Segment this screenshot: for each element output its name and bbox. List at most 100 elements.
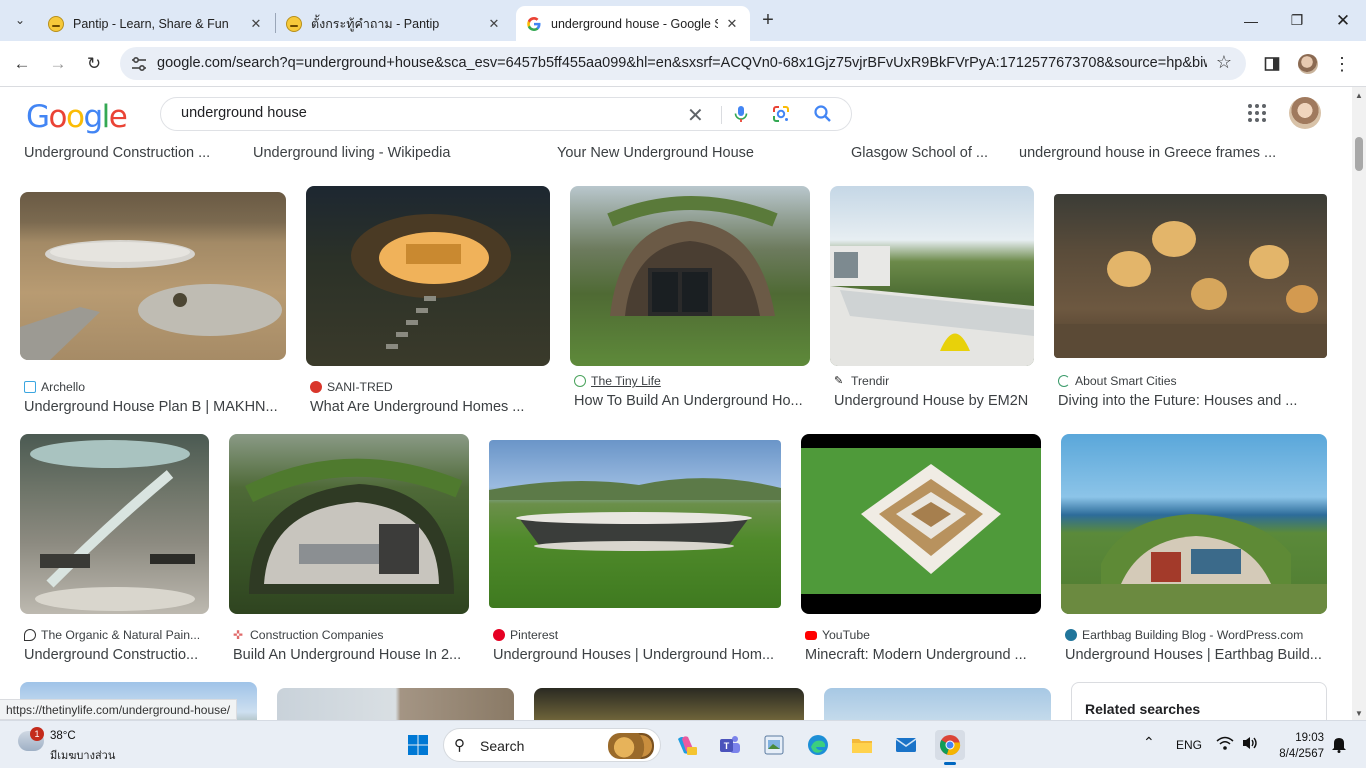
image-result-card[interactable]: The Tiny Life How To Build An Undergroun… [570,186,810,412]
result-source[interactable]: About Smart Cities [1058,374,1324,388]
result-source[interactable]: YouTube [805,628,1041,642]
google-lens-icon[interactable] [771,104,791,124]
notification-bell-icon[interactable] [1331,735,1347,756]
tab-google-search[interactable]: underground house - Google S ✕ [516,6,750,41]
result-title[interactable]: Underground Houses | Earthbag Build... [1065,647,1323,663]
scroll-down-icon[interactable]: ▼ [1355,709,1363,718]
image-result-card[interactable]: YouTube Minecraft: Modern Underground ..… [801,434,1041,663]
image-result-card[interactable] [277,688,514,720]
image-result-card[interactable] [824,688,1051,720]
result-thumbnail[interactable] [801,434,1041,614]
new-tab-button[interactable]: + [756,9,780,33]
result-thumbnail[interactable] [1061,434,1327,614]
image-result-card[interactable]: ✜ Construction Companies Build An Undergr… [229,434,469,663]
forward-button[interactable]: → [44,50,72,78]
reload-button[interactable]: ↻ [80,50,108,78]
result-title[interactable]: Underground living - Wikipedia [253,145,463,161]
input-language[interactable]: ENG [1176,738,1202,752]
result-title[interactable]: Underground House by EM2N [834,393,1034,409]
result-source[interactable]: Pinterest [493,628,779,642]
image-result-card[interactable]: ✎ Trendir Underground House by EM2N [830,186,1034,412]
bookmark-star-icon[interactable]: ☆ [1216,52,1232,73]
account-avatar[interactable] [1289,97,1321,129]
system-clock[interactable]: 19:03 8/4/2567 [1272,730,1324,762]
close-icon[interactable]: ✕ [248,16,264,32]
chevron-up-icon[interactable]: ⌃ [1143,734,1155,751]
clear-search-icon[interactable]: ✕ [687,103,704,128]
related-searches-panel[interactable]: Related searches [1071,682,1327,720]
result-title[interactable]: Underground House Plan B | MAKHN... [24,399,282,415]
taskbar-file-explorer[interactable] [847,730,877,760]
result-title[interactable]: What Are Underground Homes ... [310,399,546,415]
address-bar[interactable]: google.com/search?q=underground+house&sc… [120,47,1246,80]
result-source[interactable]: SANI-TRED [310,380,546,394]
result-thumbnail[interactable] [534,688,804,720]
result-thumbnail[interactable] [20,434,209,614]
result-title[interactable]: Underground Construction ... [24,145,214,161]
image-result-card[interactable]: Earthbag Building Blog - WordPress.com U… [1061,434,1327,663]
close-icon[interactable]: ✕ [486,16,502,32]
microphone-icon[interactable] [731,104,751,124]
taskbar-mail[interactable] [891,730,921,760]
result-thumbnail[interactable] [570,186,810,366]
taskbar-chrome[interactable] [935,730,965,765]
result-source[interactable]: ✎ Trendir [834,374,1034,388]
taskbar-teams[interactable]: T [715,730,745,760]
result-title[interactable]: Glasgow School of ... [851,145,1001,161]
result-source[interactable]: Earthbag Building Blog - WordPress.com [1065,628,1327,642]
close-window-button[interactable]: ✕ [1320,0,1366,41]
result-title[interactable]: Underground Houses | Underground Hom... [493,647,777,663]
image-result-card[interactable]: The Organic & Natural Pain... Undergroun… [20,434,209,663]
result-thumbnail[interactable] [830,186,1034,366]
result-source[interactable]: The Organic & Natural Pain... [24,628,209,642]
taskbar-search[interactable]: ⚲ Search [443,728,661,762]
minimize-button[interactable]: — [1228,0,1274,41]
taskbar-photos[interactable] [759,730,789,760]
scroll-up-icon[interactable]: ▲ [1355,91,1363,100]
profile-button[interactable] [1296,52,1320,76]
tab-pantip[interactable]: Pantip - Learn, Share & Fun ✕ [38,6,274,41]
taskbar-copilot[interactable] [671,730,701,760]
search-input[interactable] [181,105,681,121]
result-thumbnail[interactable] [489,440,781,608]
restore-button[interactable]: ❐ [1274,0,1320,41]
tab-search-button[interactable]: ⌄ [6,6,34,34]
result-title[interactable]: How To Build An Underground Ho... [574,393,806,409]
image-result-card[interactable]: About Smart Cities Diving into the Futur… [1054,194,1327,412]
result-thumbnail[interactable] [229,434,469,614]
result-source[interactable]: Archello [24,380,284,394]
result-source[interactable]: The Tiny Life [574,374,810,388]
result-thumbnail[interactable] [1054,194,1327,358]
result-title[interactable]: Your New Underground House [557,145,767,161]
volume-icon[interactable] [1241,735,1259,754]
image-result-card[interactable] [534,688,804,720]
result-thumbnail[interactable] [277,688,514,720]
google-logo[interactable]: Google [26,99,128,135]
result-title[interactable]: Underground Constructio... [24,647,204,663]
start-button[interactable] [403,730,433,760]
result-title[interactable]: underground house in Greece frames ... [1019,145,1289,161]
side-panel-button[interactable] [1260,52,1284,76]
close-icon[interactable]: ✕ [724,16,740,32]
result-thumbnail[interactable] [306,186,550,366]
image-result-card[interactable]: Pinterest Underground Houses | Undergrou… [489,440,781,663]
result-title[interactable]: Build An Underground House In 2... [233,647,465,663]
tab-pantip-question[interactable]: ตั้งกระทู้คำถาม - Pantip ✕ [276,6,512,41]
taskbar-edge[interactable] [803,730,833,760]
image-result-card[interactable]: Archello Underground House Plan B | MAKH… [20,192,286,415]
google-apps-icon[interactable] [1248,104,1266,122]
result-source[interactable]: ✜ Construction Companies [233,628,469,642]
back-button[interactable]: ← [8,50,36,78]
wifi-icon[interactable] [1216,735,1234,754]
scrollbar-thumb[interactable] [1355,137,1363,171]
result-title[interactable]: Minecraft: Modern Underground ... [805,647,1037,663]
google-header: Google ✕ [0,87,1352,139]
image-result-card[interactable]: SANI-TRED What Are Underground Homes ... [306,186,550,415]
result-thumbnail[interactable] [20,192,286,360]
copilot-icon [678,736,697,755]
page-scrollbar[interactable]: ▲ ▼ [1352,87,1366,720]
search-icon[interactable] [813,104,833,124]
result-thumbnail[interactable] [824,688,1051,720]
menu-button[interactable]: ⋮ [1330,52,1354,76]
result-title[interactable]: Diving into the Future: Houses and ... [1058,393,1324,409]
